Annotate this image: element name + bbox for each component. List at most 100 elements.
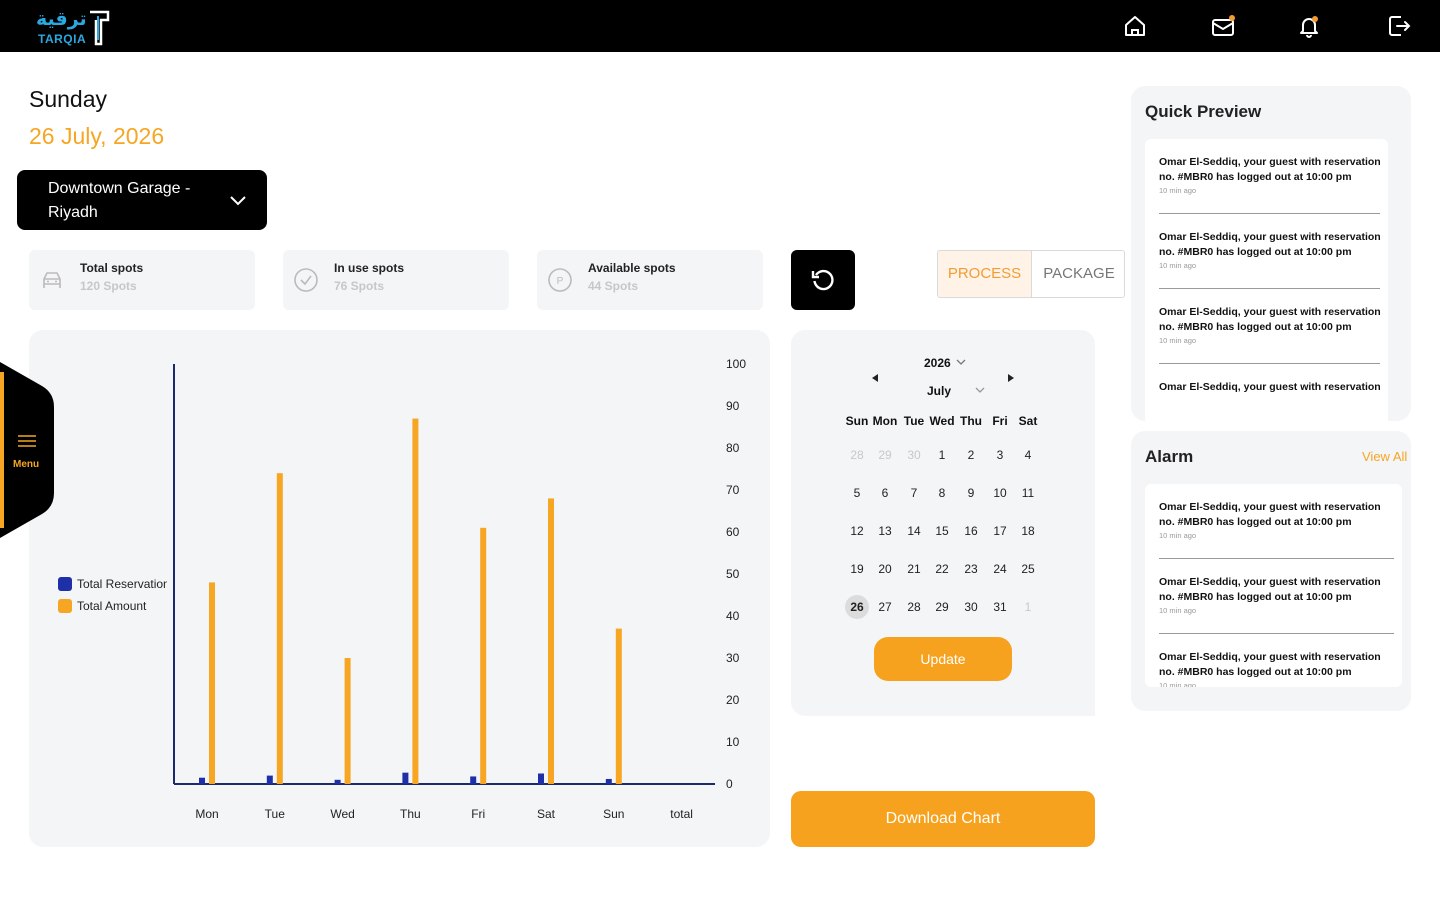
calendar-day[interactable]: 11 — [1016, 481, 1040, 505]
notification-item[interactable]: Omar El-Seddiq, your guest with reservat… — [1159, 650, 1396, 687]
weekday-label: Sun — [845, 414, 869, 428]
calendar-day[interactable]: 13 — [873, 519, 897, 543]
update-button[interactable]: Update — [874, 637, 1012, 681]
calendar-day[interactable]: 4 — [1016, 443, 1040, 467]
weekday-label: Mon — [872, 414, 898, 428]
y-tick-label: 30 — [726, 651, 740, 665]
amount-bar — [480, 527, 487, 784]
x-tick-label: Mon — [195, 807, 218, 821]
divider — [1159, 288, 1380, 289]
calendar-day[interactable]: 17 — [988, 519, 1012, 543]
package-tab[interactable]: PACKAGE — [1033, 251, 1124, 297]
notification-item[interactable]: Omar El-Seddiq, your guest with reservat… — [1159, 155, 1382, 195]
notification-text: Omar El-Seddiq, your guest with reservat… — [1159, 381, 1381, 393]
amount-bar — [344, 658, 351, 784]
y-tick-label: 100 — [726, 357, 746, 371]
current-date: 26 July, 2026 — [29, 123, 165, 149]
menu-label: Menu — [13, 459, 40, 470]
calendar-day[interactable]: 25 — [1016, 557, 1040, 581]
chevron-down-icon — [956, 359, 966, 365]
calendar-day[interactable]: 28 — [845, 443, 869, 467]
notification-time: 10 min ago — [1159, 186, 1197, 195]
calendar-day[interactable]: 27 — [873, 595, 897, 619]
bell-icon[interactable] — [1295, 12, 1323, 40]
calendar-day[interactable]: 12 — [845, 519, 869, 543]
notification-item[interactable]: Omar El-Seddiq, your guest with reservat… — [1159, 575, 1396, 615]
refresh-button[interactable] — [791, 250, 855, 310]
calendar-day[interactable]: 22 — [930, 557, 954, 581]
y-tick-label: 90 — [726, 399, 740, 413]
process-package-toggle: PROCESS PACKAGE — [937, 250, 1125, 298]
stat-title: In use spots — [334, 261, 405, 275]
parking-icon: P — [548, 268, 572, 292]
calendar-day[interactable]: 28 — [902, 595, 926, 619]
calendar-day[interactable]: 29 — [930, 595, 954, 619]
stat-value: 76 Spots — [334, 279, 385, 293]
reservation-bar — [605, 778, 612, 784]
chevron-down-icon — [975, 387, 985, 393]
legend-swatch — [58, 577, 72, 591]
download-chart-button[interactable]: Download Chart — [791, 791, 1095, 847]
stat-title: Available spots — [588, 261, 676, 275]
notification-item[interactable]: Omar El-Seddiq, your guest with reservat… — [1159, 380, 1382, 395]
notification-item[interactable]: Omar El-Seddiq, your guest with reservat… — [1159, 500, 1396, 540]
calendar-day[interactable]: 30 — [902, 443, 926, 467]
calendar-next-icon[interactable] — [1007, 373, 1015, 383]
calendar-month-select[interactable]: July — [927, 384, 951, 398]
calendar-day[interactable]: 20 — [873, 557, 897, 581]
calendar-day[interactable]: 6 — [873, 481, 897, 505]
notification-time: 10 min ago — [1159, 681, 1197, 687]
calendar-day[interactable]: 10 — [988, 481, 1012, 505]
quick-preview-title: Quick Preview — [1145, 102, 1262, 121]
x-tick-label: Thu — [400, 807, 421, 821]
weekday-label: Thu — [960, 414, 982, 428]
amount-bar — [209, 582, 215, 784]
stat-available-spots: P Available spots 44 Spots — [537, 250, 763, 310]
logout-icon[interactable] — [1385, 12, 1413, 40]
notification-item[interactable]: Omar El-Seddiq, your guest with reservat… — [1159, 305, 1382, 345]
calendar-day[interactable]: 23 — [959, 557, 983, 581]
brand-logo[interactable]: ترقية TARQIA — [36, 8, 112, 48]
calendar-day[interactable]: 2 — [959, 443, 983, 467]
x-tick-label: Sat — [537, 807, 556, 821]
reservation-bar — [538, 773, 544, 784]
garage-select[interactable]: Downtown Garage - Riyadh — [17, 170, 267, 230]
svg-text:P: P — [557, 276, 564, 287]
hamburger-icon — [18, 435, 36, 447]
calendar-day[interactable]: 19 — [845, 557, 869, 581]
view-all-link[interactable]: View All — [1362, 449, 1407, 464]
weekday-label: Sat — [1018, 414, 1038, 428]
calendar-day[interactable]: 8 — [930, 481, 954, 505]
calendar-day[interactable]: 3 — [988, 443, 1012, 467]
calendar-day[interactable]: 7 — [902, 481, 926, 505]
x-tick-label: Wed — [330, 807, 354, 821]
menu-button[interactable]: Menu — [0, 362, 56, 538]
home-icon[interactable] — [1121, 12, 1149, 40]
calendar-prev-icon[interactable] — [871, 373, 879, 383]
calendar-day[interactable]: 30 — [959, 595, 983, 619]
x-tick-label: Tue — [265, 807, 286, 821]
amount-bar — [276, 473, 283, 784]
garage-select-value: Downtown Garage - Riyadh — [48, 180, 191, 221]
calendar-day[interactable]: 14 — [902, 519, 926, 543]
mail-icon[interactable] — [1209, 12, 1237, 40]
alarm-title: Alarm — [1145, 447, 1194, 466]
notification-text: Omar El-Seddiq, your guest with reservat… — [1159, 156, 1381, 183]
calendar-day[interactable]: 1 — [1016, 595, 1040, 619]
calendar-day[interactable]: 26 — [845, 595, 869, 619]
calendar-day[interactable]: 29 — [873, 443, 897, 467]
calendar-day[interactable]: 24 — [988, 557, 1012, 581]
process-tab[interactable]: PROCESS — [938, 251, 1032, 297]
calendar-day[interactable]: 31 — [988, 595, 1012, 619]
calendar-day[interactable]: 16 — [959, 519, 983, 543]
calendar-day[interactable]: 9 — [959, 481, 983, 505]
calendar-day[interactable]: 1 — [930, 443, 954, 467]
calendar-year-select[interactable]: 2026 — [924, 356, 951, 370]
reservation-bar — [334, 779, 341, 784]
calendar-day[interactable]: 21 — [902, 557, 926, 581]
notification-item[interactable]: Omar El-Seddiq, your guest with reservat… — [1159, 230, 1382, 270]
reservation-bar — [266, 775, 273, 784]
calendar-day[interactable]: 15 — [930, 519, 954, 543]
calendar-day[interactable]: 5 — [845, 481, 869, 505]
calendar-day[interactable]: 18 — [1016, 519, 1040, 543]
